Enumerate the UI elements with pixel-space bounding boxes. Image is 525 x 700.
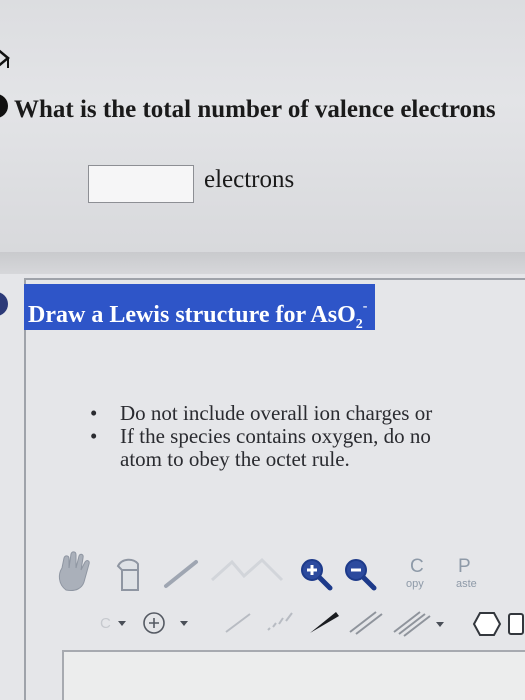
bullet-dot: • <box>90 401 98 425</box>
drawing-canvas[interactable] <box>62 650 525 700</box>
panel-title-text: Draw a Lewis structure for AsO <box>28 302 356 328</box>
charge-plus-icon[interactable] <box>140 608 198 638</box>
bullet-dot: • <box>90 424 98 448</box>
panel-title-superscript: - <box>362 299 368 314</box>
hexagon-ring-icon[interactable] <box>472 610 502 638</box>
drawing-toolbar-top: C opy P aste <box>0 548 525 608</box>
unit-label: electrons <box>204 166 295 193</box>
panel-title: Draw a Lewis structure for AsO2 - <box>24 284 376 332</box>
double-bond-icon[interactable] <box>346 610 386 636</box>
element-dropdown-icon[interactable]: C <box>100 612 130 634</box>
single-bond-icon[interactable] <box>222 610 256 636</box>
copy-button[interactable]: C opy <box>404 556 434 596</box>
zoom-out-icon[interactable] <box>340 554 380 594</box>
instruction-item: • Do not include overall ion charges or <box>90 402 432 425</box>
paste-rest: aste <box>456 578 477 590</box>
instructions-list: • Do not include overall ion charges or … <box>90 402 432 471</box>
paste-button[interactable]: P aste <box>452 556 486 596</box>
lasso-tool-icon[interactable] <box>208 556 288 590</box>
eraser-tool-icon[interactable] <box>108 552 154 596</box>
instruction-text: Do not include overall ion charges or <box>120 401 433 425</box>
panel-title-subscript: 2 <box>355 317 363 332</box>
question-badge <box>0 94 8 118</box>
hand-tool-icon[interactable] <box>52 550 102 596</box>
wedge-bond-icon[interactable] <box>306 610 342 636</box>
instruction-item-continued: atom to obey the octet rule. <box>90 448 432 471</box>
draw-tool-icon[interactable] <box>160 554 206 594</box>
drawing-toolbar-bottom: C <box>0 606 525 640</box>
dashed-bond-icon[interactable] <box>262 610 302 636</box>
zoom-in-icon[interactable] <box>296 554 336 594</box>
svg-text:C: C <box>100 615 111 632</box>
instruction-text: If the species contains oxygen, do no <box>120 424 431 448</box>
section-divider <box>0 252 525 274</box>
valence-electrons-input[interactable] <box>88 165 194 203</box>
paste-letter: P <box>458 556 471 577</box>
instruction-item: • If the species contains oxygen, do no <box>90 425 432 448</box>
more-rings-icon[interactable] <box>506 610 525 638</box>
instruction-text: atom to obey the octet rule. <box>120 447 350 471</box>
arrow-icon <box>0 49 10 68</box>
triple-bond-icon[interactable] <box>390 608 454 638</box>
question-text: What is the total number of valence elec… <box>14 96 496 123</box>
copy-letter: C <box>410 556 424 577</box>
question-section: What is the total number of valence elec… <box>0 0 525 252</box>
copy-rest: opy <box>406 578 424 590</box>
